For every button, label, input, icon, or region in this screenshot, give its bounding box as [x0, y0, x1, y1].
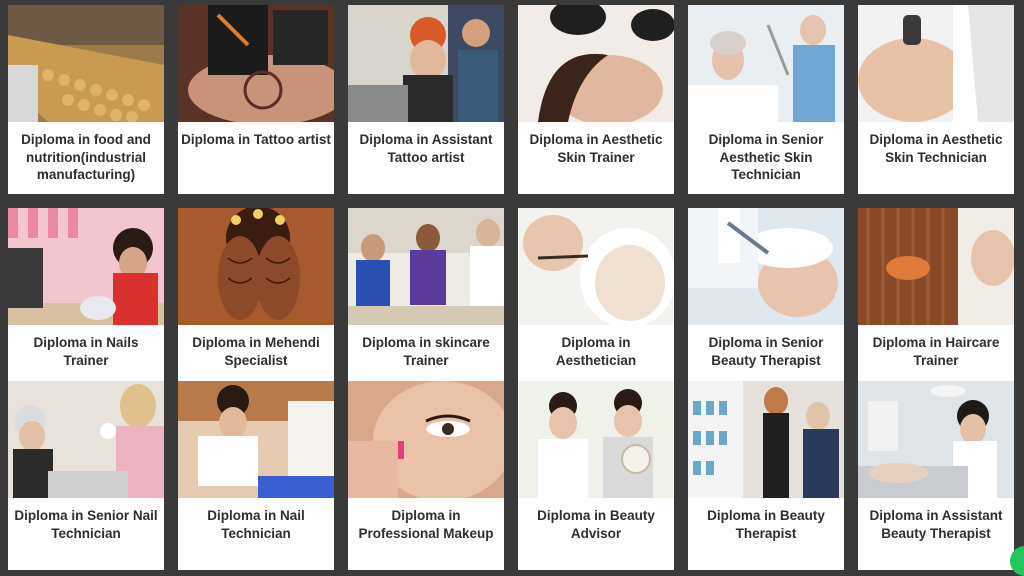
- course-card[interactable]: Diploma in Assistant Tattoo artist: [348, 5, 504, 194]
- course-card[interactable]: Diploma in Aesthetic Skin Trainer: [518, 5, 674, 194]
- beauty-therapy-image: [688, 208, 844, 325]
- course-title: Diploma in Senior Aesthetic Skin Technic…: [688, 122, 844, 194]
- tattoo-hand-image: [178, 5, 334, 122]
- nail-salon-image: [8, 208, 164, 325]
- course-card[interactable]: Diploma in Professional Makeup: [348, 381, 504, 570]
- factory-conveyor-image: [8, 5, 164, 122]
- face-device-image: [858, 5, 1014, 122]
- spa-room-image: [858, 381, 1014, 498]
- manicure-image: [178, 381, 334, 498]
- course-card[interactable]: Diploma in Senior Beauty Therapist: [688, 208, 844, 397]
- course-title: Diploma in food and nutrition(industrial…: [8, 122, 164, 194]
- nail-technician-image: [8, 381, 164, 498]
- beauty-advisor-image: [518, 381, 674, 498]
- hair-salon-image: [688, 381, 844, 498]
- course-card[interactable]: Diploma in Senior Aesthetic Skin Technic…: [688, 5, 844, 194]
- course-title: Diploma in Nail Technician: [178, 498, 334, 570]
- skincare-class-image: [348, 208, 504, 325]
- course-card[interactable]: Diploma in skincare Trainer: [348, 208, 504, 397]
- mehendi-hands-image: [178, 208, 334, 325]
- course-title: Diploma in Aesthetic Skin Trainer: [518, 122, 674, 194]
- course-card[interactable]: Diploma in Haircare Trainer: [858, 208, 1014, 397]
- hair-brush-image: [858, 208, 1014, 325]
- eye-makeup-image: [348, 381, 504, 498]
- course-title: Diploma in Tattoo artist: [178, 122, 334, 194]
- course-card[interactable]: Diploma in Assistant Beauty Therapist: [858, 381, 1014, 570]
- course-title: Diploma in Beauty Therapist: [688, 498, 844, 570]
- course-title: Diploma in Aesthetic Skin Technician: [858, 122, 1014, 194]
- course-card[interactable]: Diploma in Nail Technician: [178, 381, 334, 570]
- course-title: Diploma in Senior Nail Technician: [8, 498, 164, 570]
- course-card[interactable]: Diploma in Mehendi Specialist: [178, 208, 334, 397]
- course-card[interactable]: Diploma in Tattoo artist: [178, 5, 334, 194]
- course-title: Diploma in Assistant Tattoo artist: [348, 122, 504, 194]
- course-card[interactable]: Diploma in Nails Trainer: [8, 208, 164, 397]
- course-card[interactable]: Diploma in Beauty Advisor: [518, 381, 674, 570]
- facial-treatment-image: [518, 5, 674, 122]
- course-title: Diploma in Beauty Advisor: [518, 498, 674, 570]
- course-card[interactable]: Diploma in Senior Nail Technician: [8, 381, 164, 570]
- course-card[interactable]: Diploma in Aesthetic Skin Technician: [858, 5, 1014, 194]
- course-card[interactable]: Diploma in Beauty Therapist: [688, 381, 844, 570]
- tattoo-studio-image: [348, 5, 504, 122]
- face-mask-image: [518, 208, 674, 325]
- course-grid: Diploma in food and nutrition(industrial…: [8, 5, 1014, 572]
- course-card[interactable]: Diploma in food and nutrition(industrial…: [8, 5, 164, 194]
- course-title: Diploma in Professional Makeup: [348, 498, 504, 570]
- skin-clinic-image: [688, 5, 844, 122]
- course-title: Diploma in Assistant Beauty Therapist: [858, 498, 1014, 570]
- course-card[interactable]: Diploma in Aesthetician: [518, 208, 674, 397]
